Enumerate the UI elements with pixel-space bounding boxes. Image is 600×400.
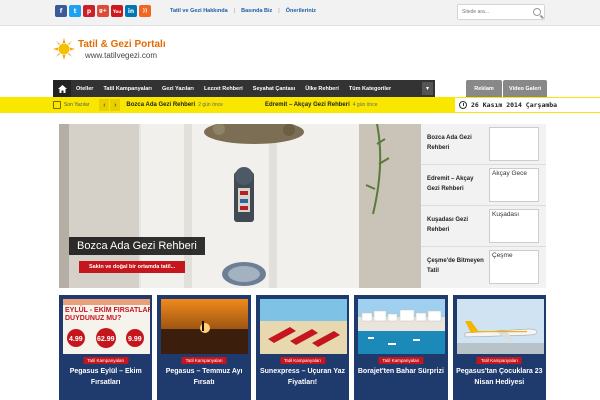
card-category-tag[interactable]: Tatil Kampanyaları (378, 357, 424, 364)
main-nav: Oteller Tatil Kampanyaları Gezi Yazıları… (53, 80, 435, 97)
card-title[interactable]: Pegasus Eylül – Ekim Fırsatları (62, 366, 149, 388)
side-item-thumbnail (489, 127, 539, 161)
card-title[interactable]: Sunexpress – Uçuran Yaz Fiyatları! (259, 366, 346, 388)
side-item-title: Bozca Ada Gezi Rehberi (427, 135, 472, 151)
campaign-card[interactable]: Tatil Kampanyaları Sunexpress – Uçuran Y… (255, 295, 350, 400)
logo-url: www.tatilvegezi.com (85, 51, 158, 60)
ticker-item-title[interactable]: Bozca Ada Gezi Rehberi (126, 102, 195, 108)
campaign-card[interactable]: Tatil Kampanyaları Borajet'ten Bahar Sür… (354, 295, 448, 400)
separator: | (233, 8, 236, 14)
clock-icon (459, 101, 467, 109)
card-ad-line1: EYLÜL - EKİM FIRSATLARINI (65, 305, 150, 314)
card-ad-line2: DUYDUNUZ MU? (65, 315, 121, 322)
linkedin-icon[interactable]: in (125, 5, 137, 17)
card-category-tag[interactable]: Tatil Kampanyaları (476, 357, 522, 364)
search-input[interactable] (458, 5, 532, 19)
nav-item-tum-kategoriler[interactable]: Tüm Kategoriler (344, 86, 396, 92)
featured-title[interactable]: Bozca Ada Gezi Rehberi (69, 237, 205, 255)
campaign-card[interactable]: EYLÜL - EKİM FIRSATLARINI DUYDUNUZ MU? 4… (59, 295, 153, 400)
card-ad-price: 9.99 (128, 336, 142, 343)
card-category-tag[interactable]: Tatil Kampanyaları (280, 357, 326, 364)
ticker-item-time: 4 gün önce (352, 102, 378, 108)
social-links: f t p g+ You in )) (55, 5, 151, 17)
card-ad-price: 62.99 (97, 336, 115, 343)
card-title[interactable]: Pegasus – Temmuz Ayı Fırsatı (160, 366, 247, 388)
featured-slider[interactable]: Bozca Ada Gezi Rehberi Sakin ve doğal bi… (59, 124, 421, 288)
top-bar: f t p g+ You in )) Tatil ve Gezi Hakkınd… (0, 0, 600, 26)
featured-subtitle[interactable]: Sakin ve doğal bir ortamda tatil... (79, 261, 186, 273)
nav-item-gezi-yazilari[interactable]: Gezi Yazıları (157, 86, 199, 92)
side-item-thumbnail: Kuşadası (489, 209, 539, 243)
campaign-cards: EYLÜL - EKİM FIRSATLARINI DUYDUNUZ MU? 4… (59, 295, 547, 400)
chevron-down-icon[interactable]: ▾ (422, 82, 433, 95)
campaign-card[interactable]: Tatil Kampanyaları Pegasus'tan Çocuklara… (452, 295, 547, 400)
campaign-card[interactable]: Tatil Kampanyaları Pegasus – Temmuz Ayı … (157, 295, 251, 400)
nav-item-lezzet-rehberi[interactable]: Lezzet Rehberi (199, 86, 248, 92)
date-text: 26 Kasım 2014 Çarşamba (471, 101, 558, 109)
side-list-item[interactable]: Çeşme'de Bitmeyen Tatil Çeşme (421, 247, 546, 288)
card-title[interactable]: Borajet'ten Bahar Sürprizi (357, 366, 444, 377)
search-icon[interactable] (533, 8, 541, 16)
rss-icon[interactable]: )) (139, 5, 151, 17)
top-link-press[interactable]: Basında Biz (241, 8, 272, 14)
side-list-item[interactable]: Bozca Ada Gezi Rehberi (421, 124, 546, 165)
nav-item-oteller[interactable]: Oteller (71, 86, 98, 92)
separator: | (278, 8, 280, 14)
nav-item-seyahat-cantasi[interactable]: Seyahat Çantası (248, 86, 301, 92)
googleplus-icon[interactable]: g+ (97, 5, 109, 17)
side-item-thumbnail: Akçay Gece (489, 168, 539, 202)
twitter-icon[interactable]: t (69, 5, 81, 17)
chevron-right-icon[interactable]: › (110, 99, 121, 111)
card-category-tag[interactable]: Tatil Kampanyaları (181, 357, 227, 364)
site-logo[interactable]: Tatil & Gezi Portalı www.tatilvegezi.com (53, 36, 193, 66)
sun-logo-icon (53, 38, 75, 60)
home-icon (57, 84, 67, 93)
side-list-item[interactable]: Kuşadası Gezi Rehberi Kuşadası (421, 206, 546, 247)
current-date: 26 Kasım 2014 Çarşamba (455, 98, 600, 112)
search-box (457, 4, 545, 20)
side-list-item[interactable]: Edremit – Akçay Gezi Rehberi Akçay Gece (421, 165, 546, 206)
logo-title: Tatil & Gezi Portalı (78, 39, 166, 50)
ticker-label: Son Yazılar (64, 102, 90, 108)
calendar-icon (53, 101, 61, 109)
news-ticker: Son Yazılar ‹ › Bozca Ada Gezi Rehberi 2… (0, 97, 600, 113)
side-item-title: Çeşme'de Bitmeyen Tatil (427, 258, 484, 274)
nav-item-video-galeri[interactable]: Video Galeri (503, 80, 547, 97)
card-image (259, 299, 347, 354)
card-category-tag[interactable]: Tatil Kampanyaları (83, 357, 129, 364)
ticker-item-time: 2 gün önce (198, 102, 223, 108)
nav-item-tatil-kampanyalari[interactable]: Tatil Kampanyaları (98, 86, 157, 92)
ticker-item-title[interactable]: Edremit – Akçay Gezi Rehberi (265, 102, 350, 108)
side-item-title: Edremit – Akçay Gezi Rehberi (427, 176, 474, 192)
card-ad-price: 4.99 (69, 336, 83, 343)
home-button[interactable] (53, 80, 71, 97)
top-link-suggestions[interactable]: Önerileriniz (286, 8, 316, 14)
card-image (456, 299, 544, 354)
top-link-about[interactable]: Tatil ve Gezi Hakkında (170, 8, 228, 14)
card-image (161, 299, 249, 354)
featured-side-list: Bozca Ada Gezi Rehberi Edremit – Akçay G… (421, 124, 546, 288)
youtube-icon[interactable]: You (111, 5, 123, 17)
side-item-title: Kuşadası Gezi Rehberi (427, 217, 469, 233)
pinterest-icon[interactable]: p (83, 5, 95, 17)
nav-item-reklam[interactable]: Reklam (466, 80, 502, 97)
facebook-icon[interactable]: f (55, 5, 67, 17)
card-title[interactable]: Pegasus'tan Çocuklara 23 Nisan Hediyesi (456, 366, 543, 388)
side-item-thumbnail: Çeşme (489, 250, 539, 284)
card-image (358, 299, 446, 354)
chevron-left-icon[interactable]: ‹ (99, 99, 110, 111)
card-image: EYLÜL - EKİM FIRSATLARINI DUYDUNUZ MU? 4… (63, 299, 150, 354)
top-links: Tatil ve Gezi Hakkında | Basında Biz | Ö… (170, 8, 316, 14)
nav-item-ulke-rehberi[interactable]: Ülke Rehberi (300, 86, 344, 92)
ticker-arrows: ‹ › (99, 99, 121, 111)
